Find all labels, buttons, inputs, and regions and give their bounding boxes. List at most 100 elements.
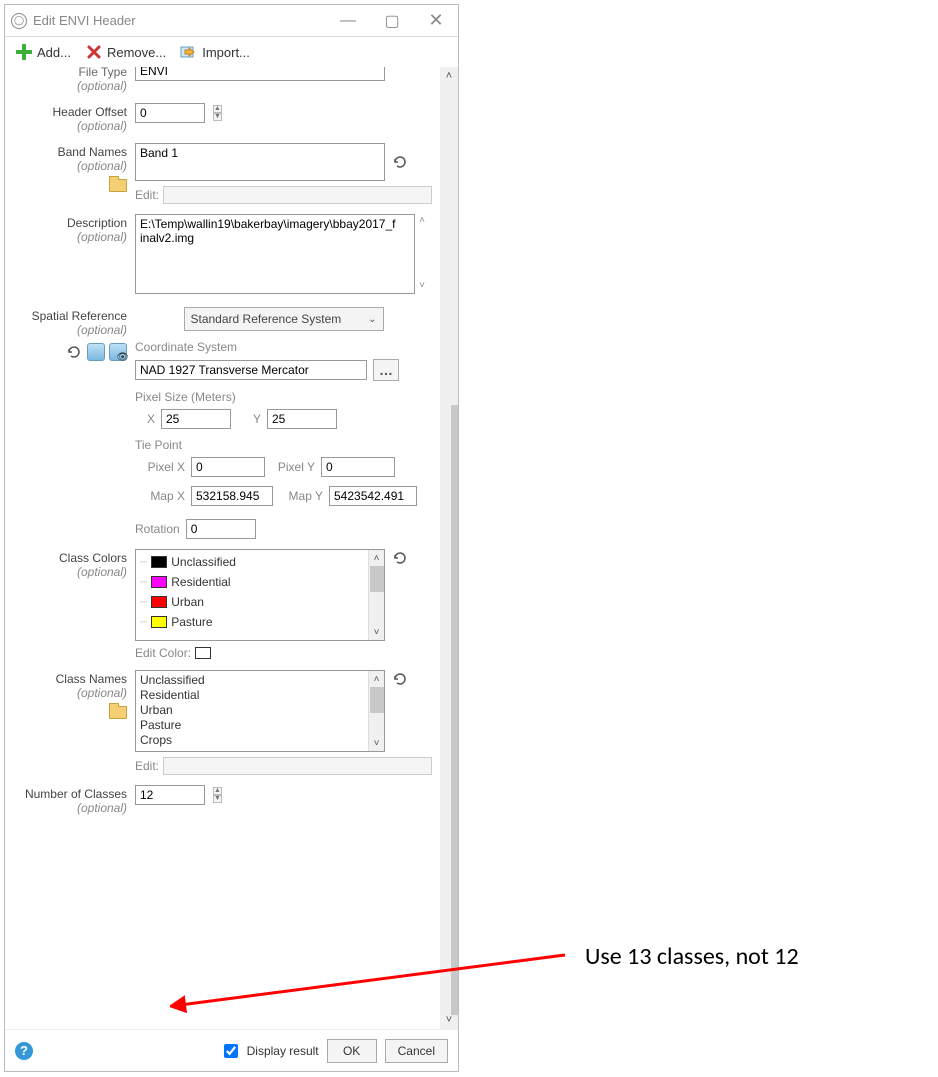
pixel-x-label: X [141, 412, 155, 426]
display-result-checkbox[interactable]: Display result [220, 1041, 319, 1061]
import-label: Import... [202, 45, 250, 60]
scroll-thumb[interactable] [451, 405, 458, 1015]
globe-eye-icon[interactable] [109, 343, 127, 361]
list-item[interactable]: Pasture [140, 718, 364, 733]
add-button[interactable]: Add... [15, 43, 71, 61]
ok-button[interactable]: OK [327, 1039, 377, 1063]
class-colors-label: Class Colors [5, 551, 127, 565]
list-item[interactable]: Residential [140, 688, 364, 703]
band-names-label: Band Names [5, 145, 127, 159]
coord-sys-input[interactable] [135, 360, 367, 380]
color-chip[interactable] [195, 647, 211, 659]
minimize-button[interactable]: — [326, 5, 370, 36]
list-item[interactable]: ┈Residential [140, 572, 364, 592]
pixel-y-label: Y [247, 412, 261, 426]
class-names-edit-label: Edit: [135, 759, 159, 773]
tp-pixel-x-label: Pixel X [141, 460, 185, 474]
ref-system-value: Standard Reference System [191, 312, 342, 326]
class-names-list[interactable]: UnclassifiedResidentialUrbanPastureCrops… [135, 670, 385, 752]
list-item[interactable]: Urban [140, 703, 364, 718]
folder-icon[interactable] [109, 177, 127, 192]
class-names-edit-input[interactable] [163, 757, 432, 775]
tp-map-y-label: Map Y [279, 489, 323, 503]
list-item[interactable]: ┈Urban [140, 592, 364, 612]
import-icon [180, 43, 198, 61]
pixel-size-x-input[interactable] [161, 409, 231, 429]
tp-map-x-input[interactable] [191, 486, 273, 506]
refresh-icon[interactable] [65, 343, 83, 361]
bottom-bar: ? Display result OK Cancel [5, 1029, 458, 1071]
class-colors-optional: (optional) [5, 565, 127, 579]
refresh-icon[interactable] [391, 153, 409, 171]
spatial-ref-optional: (optional) [5, 323, 127, 337]
tp-pixel-x-input[interactable] [191, 457, 265, 477]
titlebar: ◯ Edit ENVI Header — ▢ ✕ [5, 5, 458, 37]
remove-button[interactable]: Remove... [85, 43, 166, 61]
x-icon [85, 43, 103, 61]
add-label: Add... [37, 45, 71, 60]
form-area: File Type (optional) Header Offset (opti… [5, 67, 440, 1029]
description-input[interactable]: E:\Temp\wallin19\bakerbay\imagery\bbay20… [135, 214, 415, 294]
pixel-size-label: Pixel Size (Meters) [135, 390, 432, 404]
toolbar: Add... Remove... Import... [5, 37, 458, 67]
list-item[interactable]: Crops [140, 733, 364, 748]
cancel-button[interactable]: Cancel [385, 1039, 448, 1063]
num-classes-optional: (optional) [5, 801, 127, 815]
refresh-icon[interactable] [391, 670, 409, 688]
edit-color-label: Edit Color: [135, 646, 191, 660]
display-result-label: Display result [247, 1044, 319, 1058]
band-names-optional: (optional) [5, 159, 127, 173]
close-button[interactable]: ✕ [414, 5, 458, 36]
class-names-optional: (optional) [5, 686, 127, 700]
globe-icon[interactable] [87, 343, 105, 361]
window-title: Edit ENVI Header [33, 13, 136, 28]
description-label: Description [5, 216, 127, 230]
band-edit-label: Edit: [135, 188, 159, 202]
coord-sys-label: Coordinate System [135, 340, 432, 354]
num-classes-label: Number of Classes [5, 787, 127, 801]
header-offset-label: Header Offset [5, 105, 127, 119]
tp-pixel-y-label: Pixel Y [271, 460, 315, 474]
class-colors-list[interactable]: ┈Unclassified┈Residential┈Urban┈Pasture … [135, 549, 385, 641]
spatial-ref-label: Spatial Reference [5, 309, 127, 323]
description-optional: (optional) [5, 230, 127, 244]
display-result-check[interactable] [224, 1044, 238, 1058]
tp-pixel-y-input[interactable] [321, 457, 395, 477]
refresh-icon[interactable] [391, 549, 409, 567]
file-type-label: File Type [5, 67, 127, 79]
list-item[interactable]: ┈Unclassified [140, 552, 364, 572]
band-edit-input[interactable] [163, 186, 432, 204]
header-offset-input[interactable] [135, 103, 205, 123]
ref-system-select[interactable]: Standard Reference System ⌄ [184, 307, 384, 331]
scroll-down-icon[interactable]: ˅ [369, 735, 384, 751]
num-classes-input[interactable] [135, 785, 205, 805]
maximize-button[interactable]: ▢ [370, 5, 414, 36]
list-item[interactable]: Unclassified [140, 673, 364, 688]
header-offset-spinner[interactable]: ▲▼ [213, 105, 222, 121]
scroll-up-icon[interactable]: ˄ [369, 550, 384, 566]
help-icon[interactable]: ? [15, 1042, 33, 1060]
remove-label: Remove... [107, 45, 166, 60]
coord-sys-browse-button[interactable]: … [373, 359, 399, 381]
class-names-label: Class Names [5, 672, 127, 686]
file-type-optional: (optional) [5, 79, 127, 93]
main-scrollbar[interactable]: ˄ ˅ [440, 67, 458, 1029]
header-offset-optional: (optional) [5, 119, 127, 133]
import-button[interactable]: Import... [180, 43, 250, 61]
scroll-down-icon[interactable]: ˅ [369, 624, 384, 640]
plus-icon [15, 43, 33, 61]
scroll-up-icon[interactable]: ˄ [369, 671, 384, 687]
rotation-label: Rotation [135, 522, 180, 536]
band-names-input[interactable]: Band 1 [135, 143, 385, 181]
file-type-input[interactable] [135, 67, 385, 81]
rotation-input[interactable] [186, 519, 256, 539]
scroll-up-icon[interactable]: ˄ [440, 67, 458, 85]
tp-map-x-label: Map X [141, 489, 185, 503]
list-item[interactable]: ┈Pasture [140, 612, 364, 632]
pixel-size-y-input[interactable] [267, 409, 337, 429]
tp-map-y-input[interactable] [329, 486, 417, 506]
edit-envi-header-dialog: ◯ Edit ENVI Header — ▢ ✕ Add... Remove..… [4, 4, 459, 1072]
folder-icon[interactable] [109, 704, 127, 719]
num-classes-spinner[interactable]: ▲▼ [213, 787, 222, 803]
tie-point-label: Tie Point [135, 438, 432, 452]
